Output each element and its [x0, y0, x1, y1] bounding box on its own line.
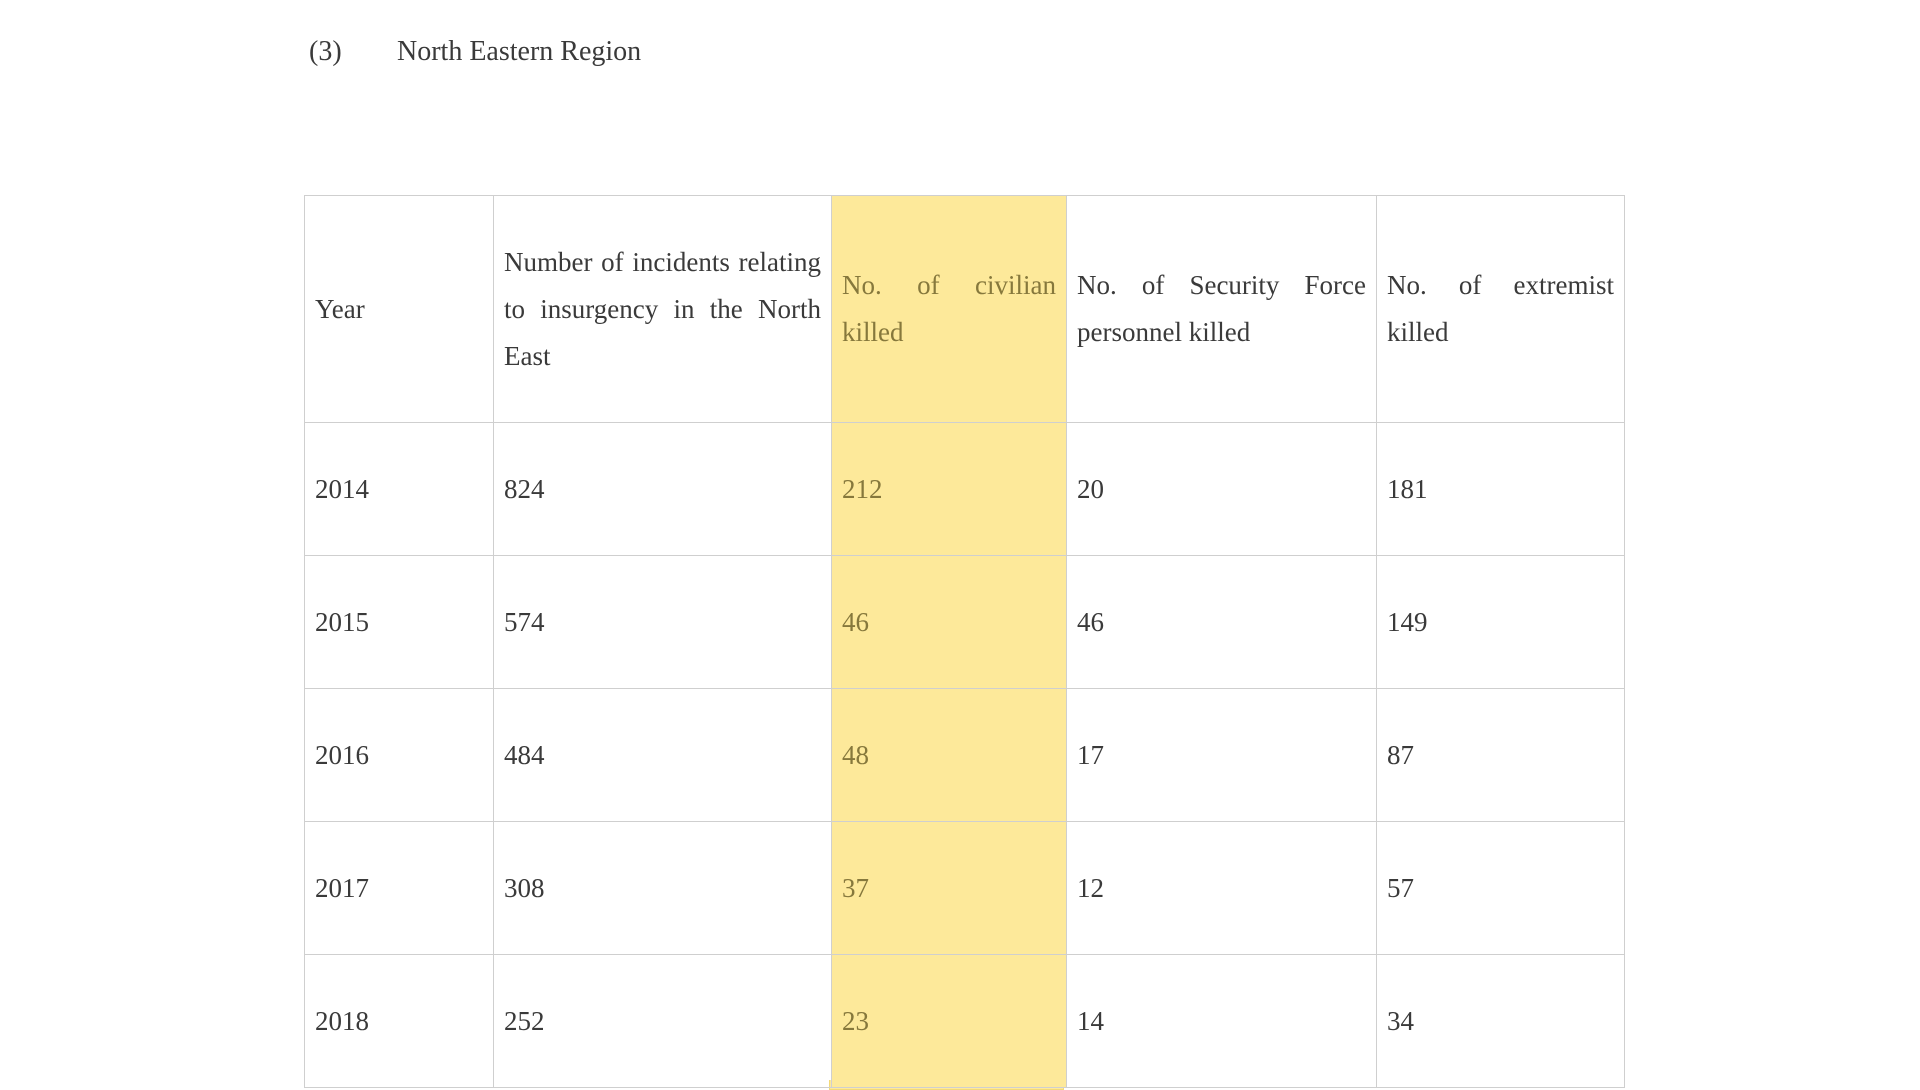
table-row: 2015 574 46 46 149 [304, 555, 1625, 689]
cell-year: 2017 [304, 821, 494, 955]
header-civilians-killed: No. of civilian killed [831, 195, 1067, 423]
cell-security-force-killed: 12 [1066, 821, 1377, 955]
insurgency-data-table: Year Number of incidents relating to ins… [304, 195, 1625, 1088]
section-title: North Eastern Region [397, 36, 642, 67]
cell-incidents: 484 [493, 688, 832, 822]
table-header-row: Year Number of incidents relating to ins… [304, 195, 1625, 423]
cell-civilians-killed: 37 [831, 821, 1067, 955]
cell-year: 2018 [304, 954, 494, 1088]
cell-security-force-killed: 46 [1066, 555, 1377, 689]
table-row: 2014 824 212 20 181 [304, 422, 1625, 556]
cell-security-force-killed: 14 [1066, 954, 1377, 1088]
cell-civilians-killed: 48 [831, 688, 1067, 822]
cell-incidents: 308 [493, 821, 832, 955]
cell-year: 2016 [304, 688, 494, 822]
table-row: 2017 308 37 12 57 [304, 821, 1625, 955]
section-heading: (3) North Eastern Region [309, 34, 641, 70]
table-row: 2016 484 48 17 87 [304, 688, 1625, 822]
header-extremists-killed: No. of extremist killed [1376, 195, 1625, 423]
cell-civilians-killed: 212 [831, 422, 1067, 556]
cell-incidents: 574 [493, 555, 832, 689]
header-security-force-killed: No. of Security Force personnel killed [1066, 195, 1377, 423]
cell-year: 2014 [304, 422, 494, 556]
cell-extremists-killed: 87 [1376, 688, 1625, 822]
cell-security-force-killed: 20 [1066, 422, 1377, 556]
cell-security-force-killed: 17 [1066, 688, 1377, 822]
section-number: (3) [309, 36, 342, 67]
cell-extremists-killed: 149 [1376, 555, 1625, 689]
cell-extremists-killed: 57 [1376, 821, 1625, 955]
cell-civilians-killed: 46 [831, 555, 1067, 689]
cell-civilians-killed: 23 [831, 954, 1067, 1088]
cell-incidents: 252 [493, 954, 832, 1088]
cell-extremists-killed: 34 [1376, 954, 1625, 1088]
cell-extremists-killed: 181 [1376, 422, 1625, 556]
header-year: Year [304, 195, 494, 423]
table-row: 2018 252 23 14 34 [304, 954, 1625, 1088]
cell-year: 2015 [304, 555, 494, 689]
cell-incidents: 824 [493, 422, 832, 556]
header-incidents: Number of incidents relating to insurgen… [493, 195, 832, 423]
